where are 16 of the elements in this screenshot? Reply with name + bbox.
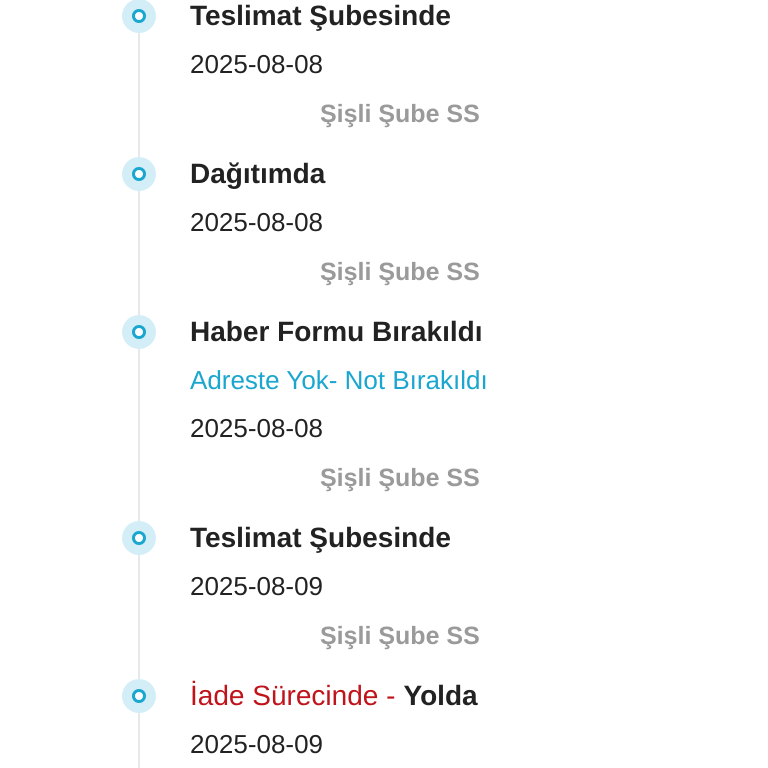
branch-name: Şişli Şube SS [320,99,480,130]
event-date: 2025-08-08 [190,206,323,238]
event-title: Haber Formu Bırakıldı [190,315,483,349]
branch-name: Şişli Şube SS [320,257,480,288]
event-title: Yolda [403,679,478,713]
event-note: Adreste Yok- Not Bırakıldı [190,364,489,396]
event-title: Dağıtımda [190,157,326,191]
event-date: 2025-08-09 [190,570,323,602]
event-date: 2025-08-08 [190,412,323,444]
event-date: 2025-08-09 [190,728,323,760]
status-prefix: İade Sürecinde - [190,679,396,713]
event-title: Teslimat Şubesinde [190,521,451,555]
branch-name: Şişli Şube SS [320,621,480,652]
event-date: 2025-08-08 [190,48,323,80]
event-title: Teslimat Şubesinde [190,0,451,33]
branch-name: Şişli Şube SS [320,463,480,494]
